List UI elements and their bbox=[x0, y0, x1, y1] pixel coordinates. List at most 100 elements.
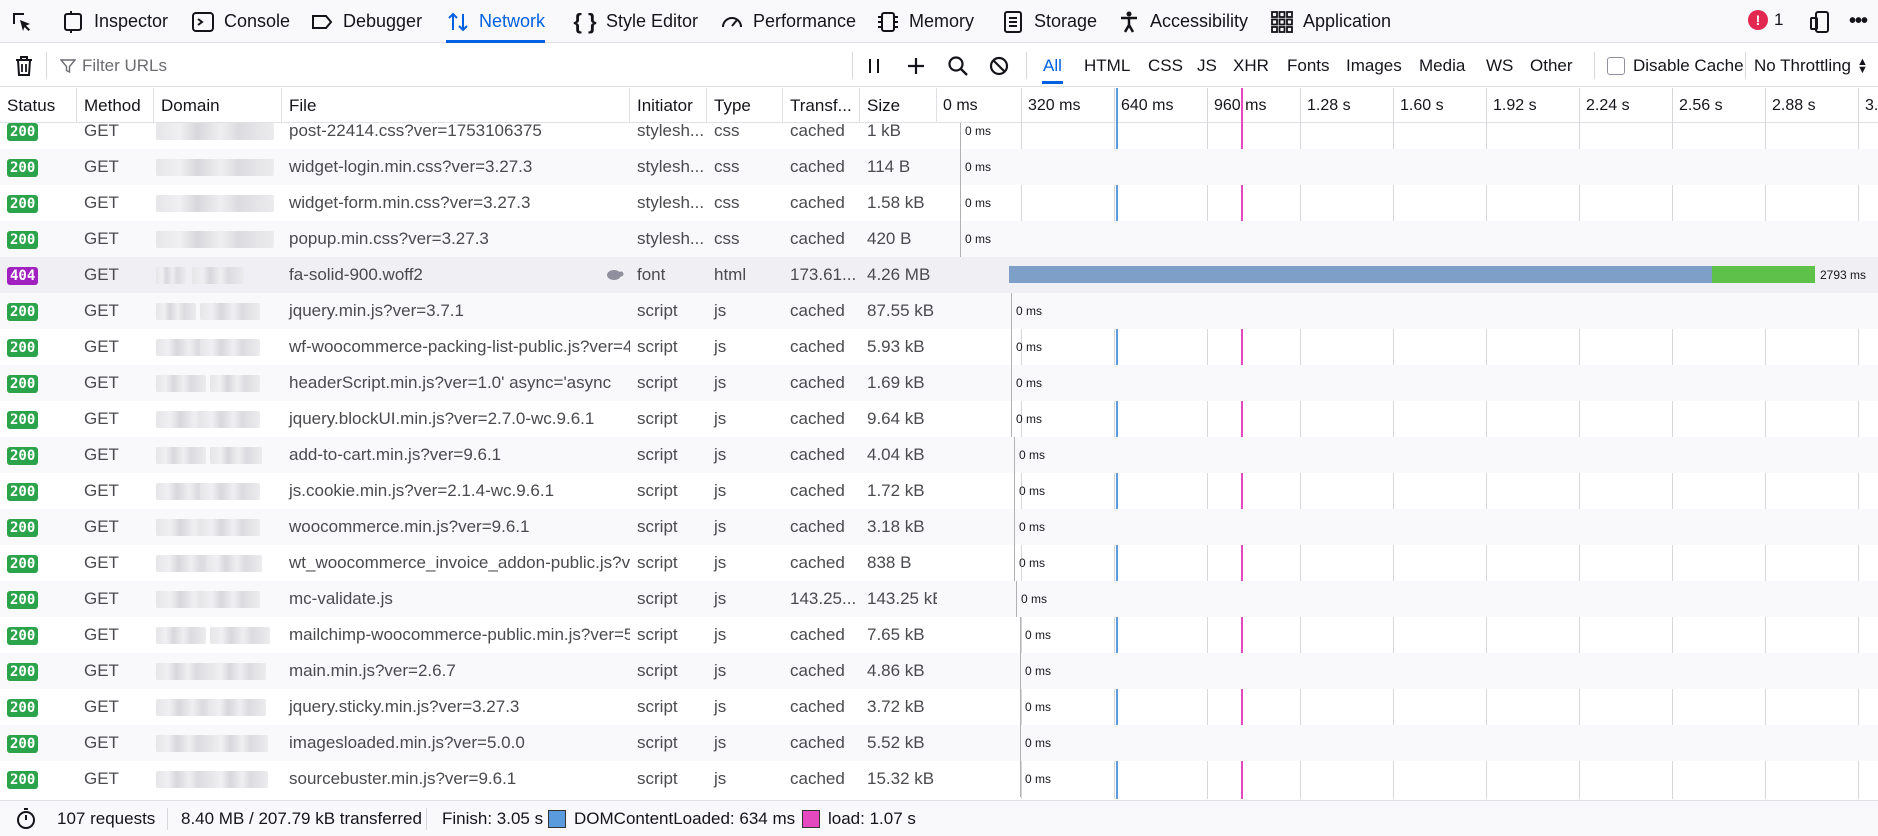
element-picker-button[interactable] bbox=[10, 0, 34, 43]
error-count-button[interactable]: ! 1 bbox=[1748, 10, 1783, 30]
transferred-cell: cached bbox=[790, 337, 845, 356]
column-header-status[interactable]: Status bbox=[0, 88, 77, 123]
column-header-type[interactable]: Type bbox=[707, 88, 783, 123]
tab-debugger[interactable]: Debugger bbox=[310, 0, 422, 43]
request-row[interactable]: 200 GET jquery.blockUI.min.js?ver=2.7.0-wc… bbox=[0, 401, 1878, 437]
filter-icon bbox=[60, 44, 76, 87]
pause-recording-button[interactable] bbox=[862, 44, 886, 87]
filter-type-media[interactable]: Media bbox=[1412, 52, 1472, 80]
filter-type-ws[interactable]: WS bbox=[1479, 52, 1520, 80]
request-row[interactable]: 404 GET fa-solid-900.woff2 font html 173.61..… bbox=[0, 257, 1878, 293]
performance-analysis-button[interactable] bbox=[14, 801, 38, 836]
initiator-cell: script bbox=[637, 409, 678, 428]
checkbox-box[interactable] bbox=[1607, 56, 1625, 75]
request-row[interactable]: 200 GET sourcebuster.min.js?ver=9.6.1 scrip… bbox=[0, 761, 1878, 797]
request-row[interactable]: 200 GET wf-woocommerce-packing-list-public… bbox=[0, 329, 1878, 365]
initiator-cell: script bbox=[637, 517, 678, 536]
tab-accessibility[interactable]: Accessibility bbox=[1117, 0, 1248, 43]
request-row[interactable]: 200 GET add-to-cart.min.js?ver=9.6.1 script… bbox=[0, 437, 1878, 473]
request-row[interactable]: 200 GET jquery.sticky.min.js?ver=3.27.3 scr… bbox=[0, 689, 1878, 725]
search-button[interactable] bbox=[946, 44, 970, 87]
request-row[interactable]: 200 GET js.cookie.min.js?ver=2.1.4-wc.9.6.… bbox=[0, 473, 1878, 509]
trash-icon bbox=[12, 54, 36, 78]
block-urls-button[interactable] bbox=[987, 44, 1011, 87]
waterfall-time-label: 0 ms bbox=[1020, 689, 1051, 725]
status-cell: 200 bbox=[0, 653, 77, 689]
request-row[interactable]: 200 GET jquery.min.js?ver=3.7.1 script js cac… bbox=[0, 293, 1878, 329]
tab-inspector[interactable]: Inspector bbox=[61, 0, 168, 43]
transferred-cell: cached bbox=[790, 301, 845, 320]
tab-label: Debugger bbox=[343, 11, 423, 31]
search-icon bbox=[946, 54, 970, 78]
timeline-tick: 960 ms bbox=[1207, 88, 1266, 123]
tab-performance[interactable]: Performance bbox=[720, 0, 856, 43]
waterfall-time-label: 2793 ms bbox=[1820, 268, 1867, 282]
request-row[interactable]: 200 GET post-22414.css?ver=1753106375 style… bbox=[0, 123, 1878, 149]
request-row[interactable]: 200 GET woocommerce.min.js?ver=9.6.1 script… bbox=[0, 509, 1878, 545]
initiator-cell: script bbox=[637, 733, 678, 752]
block-icon bbox=[987, 54, 1011, 78]
column-header-file[interactable]: File bbox=[282, 88, 630, 123]
tab-storage[interactable]: Storage bbox=[1001, 0, 1097, 43]
filter-type-html[interactable]: HTML bbox=[1077, 52, 1137, 80]
filter-type-xhr[interactable]: XHR bbox=[1226, 52, 1276, 80]
tab-application[interactable]: Application bbox=[1270, 0, 1391, 43]
filter-urls-input[interactable] bbox=[82, 52, 842, 79]
type-cell: css bbox=[714, 193, 740, 212]
waterfall-wait-bar bbox=[1009, 266, 1712, 283]
request-row[interactable]: 200 GET imagesloaded.min.js?ver=5.0.0 scrip… bbox=[0, 725, 1878, 761]
request-row[interactable]: 200 GET popup.min.css?ver=3.27.3 stylesh...… bbox=[0, 221, 1878, 257]
responsive-design-button[interactable] bbox=[1808, 0, 1832, 43]
disable-cache-label: Disable Cache bbox=[1633, 55, 1744, 75]
type-cell: js bbox=[714, 553, 727, 572]
tab-memory[interactable]: Memory bbox=[876, 0, 974, 43]
filter-type-css[interactable]: CSS bbox=[1141, 52, 1190, 80]
throttling-select[interactable]: No Throttling ▲ ▼ bbox=[1754, 44, 1868, 87]
initiator-cell: script bbox=[637, 337, 678, 356]
request-row[interactable]: 200 GET headerScript.min.js?ver=1.0' async… bbox=[0, 365, 1878, 401]
status-cell: 200 bbox=[0, 293, 77, 329]
filter-type-other[interactable]: Other bbox=[1523, 52, 1580, 80]
more-options-button[interactable]: ••• bbox=[1846, 0, 1870, 43]
request-row[interactable]: 200 GET main.min.js?ver=2.6.7 script js cache… bbox=[0, 653, 1878, 689]
initiator-cell: stylesh... bbox=[637, 229, 705, 248]
waterfall-time-label: 0 ms bbox=[1011, 401, 1042, 437]
domain-redacted bbox=[200, 303, 260, 320]
filter-type-all[interactable]: All bbox=[1036, 52, 1069, 84]
column-header-initiator[interactable]: Initiator bbox=[630, 88, 707, 123]
network-icon bbox=[446, 10, 470, 34]
column-header-transferred[interactable]: Transf... bbox=[783, 88, 860, 123]
column-header-method[interactable]: Method bbox=[77, 88, 154, 123]
filter-type-images[interactable]: Images bbox=[1339, 52, 1409, 80]
column-header-size[interactable]: Size bbox=[860, 88, 937, 123]
waterfall-time-label: 0 ms bbox=[960, 185, 991, 221]
request-row[interactable]: 200 GET wt_woocommerce_invoice_addon-publi… bbox=[0, 545, 1878, 581]
status-badge: 200 bbox=[7, 483, 39, 501]
status-cell: 200 bbox=[0, 545, 77, 581]
request-row[interactable]: 200 GET widget-login.min.css?ver=3.27.3 sty… bbox=[0, 149, 1878, 185]
status-cell: 200 bbox=[0, 509, 77, 545]
clear-requests-button[interactable] bbox=[12, 44, 36, 87]
filter-type-fonts[interactable]: Fonts bbox=[1280, 52, 1337, 80]
tab-network[interactable]: Network bbox=[446, 0, 546, 43]
file-cell: wf-woocommerce-packing-list-public.js?ve… bbox=[289, 337, 630, 356]
disable-cache-checkbox[interactable]: Disable Cache bbox=[1607, 44, 1744, 87]
status-badge: 200 bbox=[7, 699, 39, 717]
waterfall-time-label: 0 ms bbox=[1014, 473, 1045, 509]
tab-console[interactable]: Console bbox=[191, 0, 290, 43]
file-cell: woocommerce.min.js?ver=9.6.1 bbox=[289, 517, 530, 536]
transferred-cell: cached bbox=[790, 517, 845, 536]
request-row[interactable]: 200 GET mailchimp-woocommerce-public.min.j… bbox=[0, 617, 1878, 653]
column-header-domain[interactable]: Domain bbox=[154, 88, 282, 123]
initiator-cell: stylesh... bbox=[637, 123, 705, 140]
new-request-button[interactable] bbox=[904, 44, 928, 87]
domain-redacted bbox=[156, 735, 216, 752]
status-cell: 200 bbox=[0, 725, 77, 761]
request-row[interactable]: 200 GET mc-validate.js script js 143.25... 143… bbox=[0, 581, 1878, 617]
request-row[interactable]: 200 GET widget-form.min.css?ver=3.27.3 styl… bbox=[0, 185, 1878, 221]
type-cell: js bbox=[714, 733, 727, 752]
initiator-cell: stylesh... bbox=[637, 193, 705, 212]
waterfall-time-label: 0 ms bbox=[1020, 617, 1051, 653]
filter-type-js[interactable]: JS bbox=[1190, 52, 1224, 80]
tab-style-editor[interactable]: { } Style Editor bbox=[573, 0, 698, 43]
